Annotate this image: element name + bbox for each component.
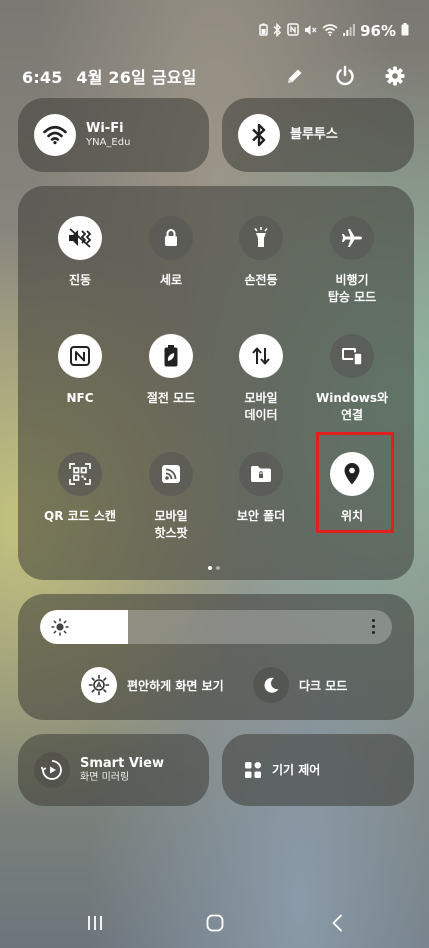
tile-label: 비행기 탑승 모드 <box>327 273 377 305</box>
tile-hotspot[interactable]: 모바일 핫스팟 <box>126 452 216 543</box>
mute-icon <box>304 24 317 39</box>
power-saving-icon <box>149 334 193 378</box>
tile-label: 절전 모드 <box>146 391 196 405</box>
tile-label: QR 코드 스캔 <box>44 509 116 523</box>
dark-mode-toggle[interactable]: 다크 모드 <box>253 667 347 703</box>
flashlight-icon <box>239 216 283 260</box>
bluetooth-icon <box>238 114 280 156</box>
device-control-label: 기기 제어 <box>272 762 321 777</box>
secure-folder-icon <box>239 452 283 496</box>
link-to-windows-icon <box>330 334 374 378</box>
tile-label: Windows와 연결 <box>316 391 388 423</box>
tile-label: 진동 <box>68 273 92 287</box>
eye-comfort-icon <box>81 667 117 703</box>
tile-qr-scan[interactable]: QR 코드 스캔 <box>35 452 125 525</box>
nfc-icon <box>287 23 299 39</box>
back-icon[interactable] <box>331 914 343 936</box>
smart-view-tile[interactable]: Smart View 화면 미러링 <box>18 734 209 806</box>
tile-label: 세로 <box>159 273 183 287</box>
dark-mode-label: 다크 모드 <box>299 678 348 693</box>
moon-icon <box>253 667 289 703</box>
page-dot <box>216 566 220 570</box>
clock: 6:45 <box>22 68 63 87</box>
battery-icon <box>401 23 409 39</box>
nfc-icon <box>58 334 102 378</box>
bluetooth-icon <box>273 22 282 40</box>
hotspot-icon <box>149 452 193 496</box>
tile-label: 모바일 핫스팟 <box>154 509 188 541</box>
panel-header: 6:45 4월 26일 금요일 <box>22 64 407 88</box>
date: 4월 26일 금요일 <box>76 68 197 87</box>
wifi-network: YNA_Edu <box>86 136 131 148</box>
wifi-icon <box>34 114 76 156</box>
more-vertical-icon[interactable] <box>372 619 376 634</box>
power-icon[interactable] <box>333 64 357 88</box>
mobile-data-icon <box>239 334 283 378</box>
tile-label: NFC <box>66 391 94 405</box>
tile-label: 손전등 <box>244 273 278 287</box>
home-icon[interactable] <box>206 914 224 936</box>
tile-nfc[interactable]: NFC <box>35 334 125 407</box>
page-indicator <box>208 566 220 570</box>
smart-view-subtitle: 화면 미러링 <box>80 771 130 783</box>
date-time: 6:45 4월 26일 금요일 <box>22 64 197 88</box>
brightness-slider[interactable] <box>40 610 392 644</box>
device-control-icon <box>244 761 262 779</box>
vibrate-icon <box>58 216 102 260</box>
recent-apps-icon[interactable] <box>86 914 104 936</box>
eye-comfort-toggle[interactable]: 편안하게 화면 보기 <box>81 667 224 703</box>
tile-mobile-data[interactable]: 모바일 데이터 <box>216 334 306 425</box>
settings-icon[interactable] <box>383 64 407 88</box>
status-bar: 96% <box>259 22 409 40</box>
tile-power-saving[interactable]: 절전 모드 <box>126 334 216 407</box>
smart-view-icon <box>34 752 70 788</box>
tile-rotation[interactable]: 세로 <box>126 216 216 289</box>
rotation-lock-icon <box>149 216 193 260</box>
wifi-icon <box>322 23 338 39</box>
battery-percent: 96% <box>360 22 396 40</box>
edit-icon[interactable] <box>283 64 307 88</box>
airplane-icon <box>330 216 374 260</box>
bluetooth-tile[interactable]: 블루투스 <box>222 98 414 172</box>
tile-vibrate[interactable]: 진동 <box>35 216 125 289</box>
tile-link-to-windows[interactable]: Windows와 연결 <box>307 334 397 425</box>
device-control-tile[interactable]: 기기 제어 <box>222 734 414 806</box>
qr-scan-icon <box>58 452 102 496</box>
signal-icon <box>343 23 355 39</box>
battery-saver-icon <box>259 23 268 39</box>
wifi-tile[interactable]: Wi-Fi YNA_Edu <box>18 98 209 172</box>
tile-flashlight[interactable]: 손전등 <box>216 216 306 289</box>
navigation-bar <box>0 904 429 948</box>
tile-secure-folder[interactable]: 보안 폴더 <box>216 452 306 525</box>
wifi-title: Wi-Fi <box>86 120 124 136</box>
location-highlight-box <box>316 432 394 533</box>
tile-airplane[interactable]: 비행기 탑승 모드 <box>307 216 397 307</box>
page-dot-active <box>208 566 212 570</box>
smart-view-title: Smart View <box>80 755 164 771</box>
brightness-icon <box>51 618 69 640</box>
tile-label: 보안 폴더 <box>236 509 286 523</box>
tile-label: 모바일 데이터 <box>244 391 278 423</box>
eye-comfort-label: 편안하게 화면 보기 <box>127 678 224 693</box>
bluetooth-title: 블루투스 <box>290 126 338 142</box>
